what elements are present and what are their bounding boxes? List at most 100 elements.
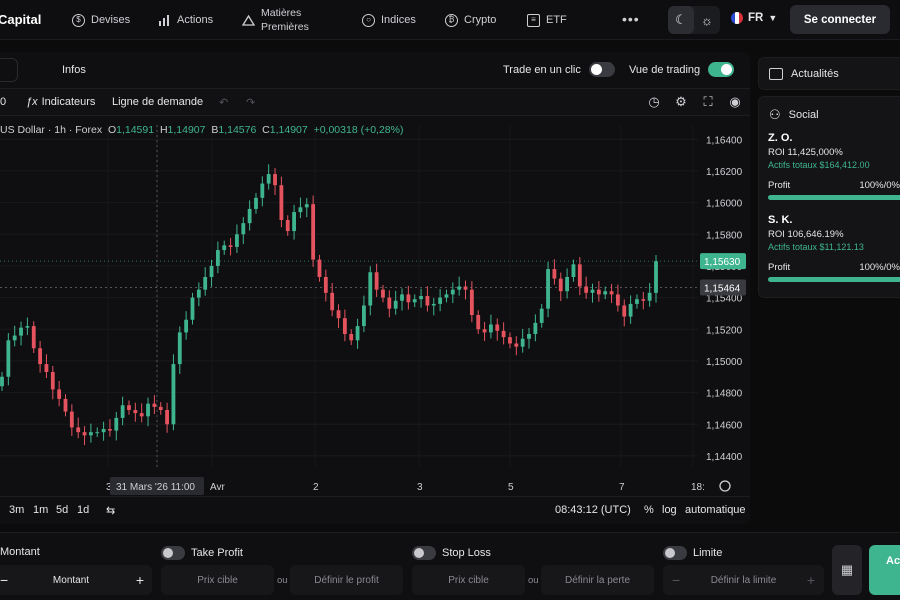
x-tick-label: Avr — [210, 482, 225, 493]
nav-label: Actions — [177, 14, 214, 26]
trader-card[interactable]: S. K. ROI 106,646.19% Actifs totaux $11,… — [768, 214, 900, 282]
trading-view-label: Vue de trading — [629, 63, 701, 76]
log-scale-button[interactable]: log — [662, 504, 677, 516]
camera-icon[interactable]: ◉ — [727, 94, 743, 110]
nav-item-crypto[interactable]: ₿ Crypto — [445, 0, 496, 40]
candle-body — [603, 291, 608, 295]
settings-icon[interactable]: ⚙ — [673, 94, 689, 110]
stop-loss-switch[interactable] — [412, 546, 436, 560]
brand-logo[interactable]: Capital — [0, 12, 41, 27]
profit-label: Profit — [768, 262, 791, 273]
percent-scale-button[interactable]: % — [644, 504, 654, 516]
tab-previous[interactable] — [0, 58, 18, 82]
order-panel: Montant − Montant + Take Profit Prix cib… — [0, 532, 900, 600]
candlestick-chart[interactable]: 1,164001,162001,160001,158001,156001,154… — [0, 117, 750, 497]
calculator-icon[interactable]: ▦ — [832, 545, 862, 595]
undo-icon[interactable]: ↶ — [219, 96, 228, 109]
candle-body — [292, 212, 296, 232]
amount-field[interactable]: − Montant + — [0, 565, 152, 595]
action-button[interactable]: Ac — [869, 545, 900, 595]
sun-icon[interactable]: ☼ — [694, 6, 720, 34]
candle-body — [120, 405, 125, 418]
candle-body — [438, 297, 443, 304]
range-5d[interactable]: 5d — [56, 504, 68, 516]
plus-icon[interactable]: + — [136, 572, 144, 588]
legend-change: +0,00318 (+0,28%) — [313, 124, 404, 136]
minus-icon[interactable]: − — [672, 572, 680, 588]
stop-loss-price-field[interactable]: Prix cible — [412, 565, 525, 595]
commodities-icon — [242, 14, 255, 27]
limit-toggle[interactable]: Limite — [663, 546, 722, 560]
trading-view-toggle[interactable]: Vue de trading — [629, 62, 735, 77]
candle-body — [241, 223, 246, 235]
indicators-button[interactable]: ƒx Indicateurs — [26, 96, 95, 108]
redo-icon[interactable]: ↷ — [246, 96, 255, 109]
take-profit-price-field[interactable]: Prix cible — [161, 565, 274, 595]
one-click-trade-toggle[interactable]: Trade en un clic — [503, 62, 615, 77]
chart-legend: US Dollar · 1h · Forex O1,14591 H1,14907… — [0, 124, 404, 136]
candle-body — [628, 303, 633, 317]
nav-item-matieres-premieres[interactable]: Matières Premières — [242, 0, 309, 40]
trading-view-switch[interactable] — [708, 62, 735, 77]
clipboard-icon: ≡ — [527, 13, 540, 27]
limit-switch[interactable] — [663, 546, 687, 560]
candle-body — [444, 294, 449, 298]
or-label: ou — [277, 575, 288, 586]
price-label: 1,15630 — [704, 257, 741, 268]
france-flag-icon — [731, 12, 743, 24]
auto-scale-button[interactable]: automatique — [685, 504, 746, 516]
take-profit-amount-field[interactable]: Définir le profit — [290, 565, 403, 595]
trader-card[interactable]: Z. O. ROI 11,425,000% Actifs totaux $164… — [768, 132, 900, 200]
range-1d[interactable]: 1d — [77, 504, 89, 516]
demand-line-button[interactable]: Ligne de demande — [112, 96, 203, 108]
candle-body — [44, 364, 49, 372]
fullscreen-icon[interactable]: ⛶ — [700, 94, 716, 110]
one-click-switch[interactable] — [588, 62, 615, 77]
minus-icon[interactable]: − — [0, 572, 8, 588]
nav-item-etf[interactable]: ≡ ETF — [527, 0, 567, 40]
login-button[interactable]: Se connecter — [790, 5, 890, 34]
candle-body — [368, 272, 373, 306]
range-1m[interactable]: 1m — [33, 504, 48, 516]
candle-body — [584, 286, 589, 293]
news-card[interactable]: Actualités — [758, 57, 900, 90]
legend-symbol: US Dollar · 1h · Forex — [0, 124, 103, 136]
nav-label: Crypto — [464, 14, 497, 26]
social-title: Social — [788, 109, 819, 121]
interval-fragment[interactable]: 0 — [0, 96, 6, 108]
candle-body — [374, 272, 379, 290]
tab-infos[interactable]: Infos — [62, 64, 86, 76]
limit-field[interactable]: − Définir la limite + — [663, 565, 824, 595]
candle-body — [12, 335, 17, 341]
date-range-icon[interactable]: ⇆ — [106, 504, 115, 517]
moon-icon[interactable]: ☾ — [668, 6, 694, 34]
candle-body — [558, 278, 563, 292]
language-selector[interactable]: FR ▼ — [731, 12, 777, 24]
alert-clock-icon[interactable]: ◷ — [646, 94, 662, 110]
plus-icon[interactable]: + — [807, 572, 815, 588]
chart-subbar: Infos Trade en un clic Vue de trading — [0, 52, 750, 88]
amount-value[interactable]: Montant — [53, 575, 89, 586]
theme-toggle[interactable]: ☾ ☼ — [668, 6, 720, 34]
profit-value: 100%/0% — [859, 262, 900, 273]
candle-body — [546, 269, 550, 309]
nav-item-actions[interactable]: Actions — [158, 0, 213, 40]
stop-loss-amount-field[interactable]: Définir la perte — [541, 565, 654, 595]
trader-assets: Actifs totaux $164,412.00 — [768, 160, 870, 170]
trader-name: Z. O. — [768, 132, 793, 144]
stop-loss-toggle[interactable]: Stop Loss — [412, 546, 491, 560]
profit-bar — [768, 277, 900, 282]
nav-item-devises[interactable]: $ Devises — [72, 0, 130, 40]
candle-body — [177, 332, 182, 365]
amount-label: Montant — [0, 546, 40, 558]
candle-body — [508, 337, 512, 344]
take-profit-toggle[interactable]: Take Profit — [161, 546, 243, 560]
chart-panel: Infos Trade en un clic Vue de trading 0 … — [0, 52, 750, 524]
range-3m[interactable]: 3m — [9, 504, 24, 516]
limit-placeholder[interactable]: Définir la limite — [711, 575, 777, 586]
nav-item-indices[interactable]: ○ Indices — [362, 0, 416, 40]
more-menu-icon[interactable]: ••• — [622, 11, 640, 27]
candle-body — [323, 277, 328, 293]
take-profit-switch[interactable] — [161, 546, 185, 560]
price-chart[interactable]: 1,164001,162001,160001,158001,156001,154… — [0, 117, 750, 497]
